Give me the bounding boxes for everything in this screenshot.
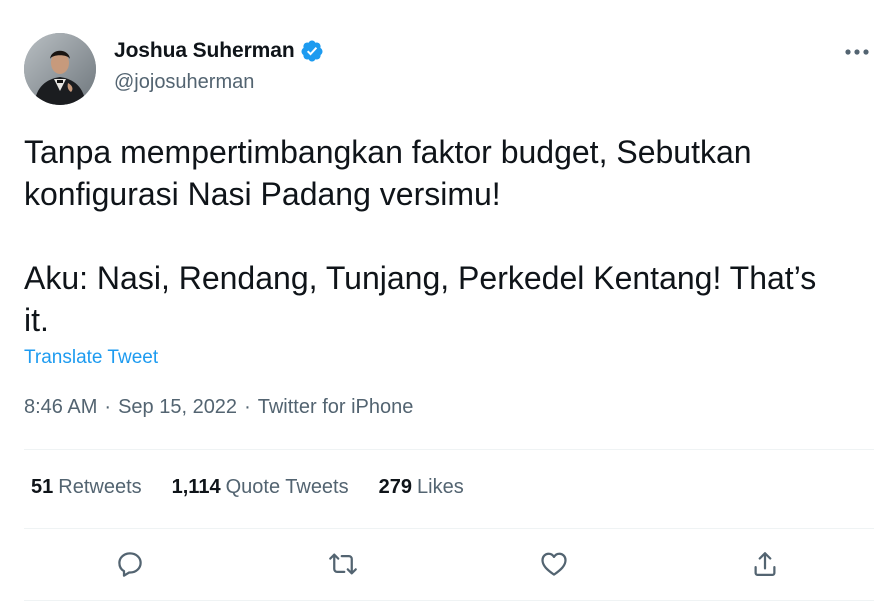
more-horizontal-icon <box>845 49 869 55</box>
tweet-text: Tanpa mempertimbangkan faktor budget, Se… <box>24 134 817 338</box>
retweet-button[interactable] <box>325 546 361 582</box>
author-handle[interactable]: @jojosuherman <box>114 71 254 94</box>
reply-icon <box>118 552 142 577</box>
share-icon <box>754 552 776 576</box>
more-options-button[interactable] <box>840 40 874 64</box>
display-name[interactable]: Joshua Suherman <box>114 39 295 63</box>
divider <box>24 600 874 601</box>
verified-badge-icon <box>300 39 324 63</box>
likes-stat[interactable]: 279 Likes <box>379 476 464 499</box>
retweet-icon <box>329 553 357 575</box>
tweet-source[interactable]: Twitter for iPhone <box>258 396 414 419</box>
reply-button[interactable] <box>112 546 148 582</box>
avatar[interactable] <box>24 33 96 105</box>
retweets-count: 51 <box>31 476 54 498</box>
separator: · <box>244 396 251 418</box>
divider <box>24 449 874 450</box>
author-name-row[interactable]: Joshua Suherman <box>114 39 324 63</box>
likes-count: 279 <box>378 476 412 498</box>
engagement-stats: 51 Retweets 1,114 Quote Tweets 279 Likes <box>31 476 494 499</box>
tweet-date[interactable]: Sep 15, 2022 <box>118 396 237 419</box>
likes-label: Likes <box>417 476 464 498</box>
separator: · <box>104 396 112 418</box>
tweet-card: Joshua Suherman @jojosuherman Tanpa memp… <box>0 0 890 604</box>
like-button[interactable] <box>536 546 572 582</box>
divider <box>24 528 874 529</box>
retweets-label: Retweets <box>58 476 142 498</box>
quote-tweets-stat[interactable]: 1,114 Quote Tweets <box>172 476 349 499</box>
heart-icon <box>541 552 567 576</box>
tweet-metadata: 8:46 AM · Sep 15, 2022 · Twitter for iPh… <box>24 396 413 419</box>
translate-tweet-link[interactable]: Translate Tweet <box>24 347 158 369</box>
tweet-time[interactable]: 8:46 AM <box>24 396 97 419</box>
quote-tweets-count: 1,114 <box>171 476 221 498</box>
share-button[interactable] <box>747 546 783 582</box>
retweets-stat[interactable]: 51 Retweets <box>31 476 142 499</box>
quote-tweets-label: Quote Tweets <box>225 476 349 498</box>
